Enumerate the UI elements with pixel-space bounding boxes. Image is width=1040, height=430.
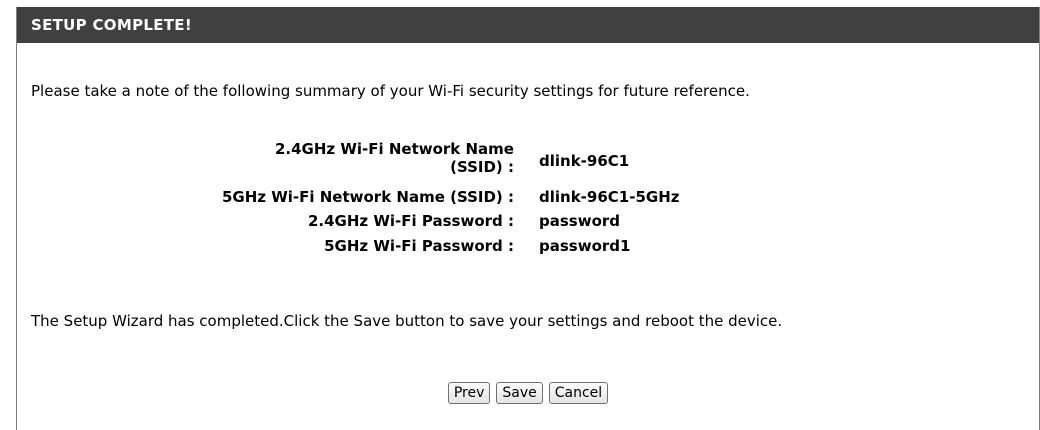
setup-complete-panel: SETUP COMPLETE! Please take a note of th… — [16, 7, 1040, 430]
save-button[interactable]: Save — [496, 382, 543, 404]
completion-text: The Setup Wizard has completed.Click the… — [31, 312, 783, 330]
password-24ghz-label: 2.4GHz Wi-Fi Password : — [307, 212, 514, 230]
prev-button[interactable]: Prev — [447, 382, 491, 404]
cancel-button[interactable]: Cancel — [548, 382, 609, 404]
password-24ghz-value: password — [539, 212, 621, 230]
intro-text: Please take a note of the following summ… — [31, 82, 750, 100]
section-header: SETUP COMPLETE! — [17, 7, 1039, 43]
ssid-24ghz-label: 2.4GHz Wi-Fi Network Name (SSID) : — [275, 140, 514, 176]
button-bar: Prev Save Cancel — [17, 382, 1039, 404]
ssid-5ghz-label: 5GHz Wi-Fi Network Name (SSID) : — [221, 188, 514, 206]
ssid-24ghz-label-line1: 2.4GHz Wi-Fi Network Name — [274, 140, 514, 158]
ssid-24ghz-value: dlink-96C1 — [539, 152, 630, 170]
password-5ghz-label: 5GHz Wi-Fi Password : — [324, 237, 514, 255]
ssid-5ghz-value: dlink-96C1-5GHz — [539, 188, 680, 206]
password-5ghz-value: password1 — [539, 237, 631, 255]
ssid-24ghz-label-line2: (SSID) : — [450, 158, 514, 176]
